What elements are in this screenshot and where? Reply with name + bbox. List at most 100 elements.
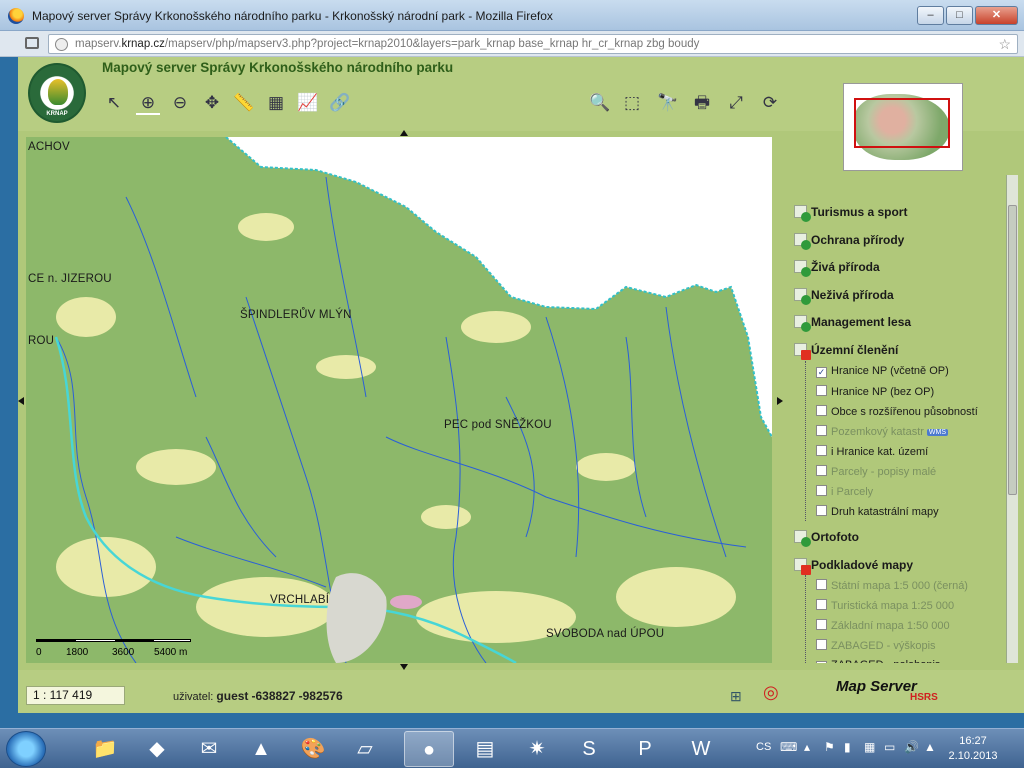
layer-item[interactable]: ✓ ZABAGED - polohopis (816, 659, 940, 663)
layer-item[interactable]: Turistická mapa 1:25 000 (816, 599, 954, 612)
layer-group[interactable]: Ochrana přírody (794, 233, 904, 250)
zoom-in-tool[interactable]: ⊕ (136, 91, 160, 115)
drive-icon[interactable]: ▲ (924, 740, 936, 754)
layer-item[interactable]: i Parcely (816, 485, 873, 498)
help-lifebuoy-icon[interactable]: ◎ (763, 682, 779, 703)
close-button[interactable]: ✕ (975, 6, 1018, 25)
layer-checkbox[interactable] (816, 385, 827, 396)
network-icon[interactable]: ▦ (864, 740, 875, 754)
layer-checkbox[interactable] (816, 425, 827, 436)
expand-icon[interactable] (794, 233, 811, 250)
layer-checkbox[interactable]: ✓ (816, 661, 827, 663)
layer-group[interactable]: Podkladové mapy (794, 558, 913, 575)
expand-icon[interactable] (794, 530, 811, 547)
layer-group[interactable]: Živá příroda (794, 260, 880, 277)
layer-item[interactable]: Pozemkový katastr WMS (816, 425, 949, 438)
layer-tree-scrollbar[interactable] (1006, 175, 1018, 663)
layer-checkbox[interactable] (816, 445, 827, 456)
explorer-taskbar-icon[interactable]: 📁 (80, 731, 130, 767)
url-bar[interactable]: mapserv.krnap.cz/mapserv/php/mapserv3.ph… (48, 34, 1018, 54)
powerpoint-taskbar-icon[interactable]: P (620, 731, 670, 767)
layer-checkbox[interactable] (816, 639, 827, 650)
layer-item[interactable]: ZABAGED - výškopis (816, 639, 936, 652)
profile-tool[interactable]: 📈 (296, 91, 320, 115)
layer-item[interactable]: Hranice NP (bez OP) (816, 385, 934, 398)
language-indicator[interactable]: CS (756, 741, 771, 753)
pan-tool[interactable]: ✥ (200, 91, 224, 115)
layer-item[interactable]: Státní mapa 1:5 000 (černá) (816, 579, 968, 592)
paint-taskbar-icon[interactable]: 🎨 (288, 731, 338, 767)
expand-icon[interactable] (794, 205, 811, 222)
pan-east-arrow[interactable] (777, 397, 783, 405)
layer-checkbox[interactable] (816, 619, 827, 630)
link-tool[interactable]: 🔗 (328, 91, 352, 115)
pan-west-arrow[interactable] (18, 397, 24, 405)
expand-icon[interactable] (794, 315, 811, 332)
reference-map-extent[interactable] (854, 98, 950, 148)
add-layer-icon[interactable]: ⊞ (730, 688, 742, 705)
layer-group[interactable]: Ortofoto (794, 530, 859, 547)
word-taskbar-icon[interactable]: W (676, 731, 726, 767)
app-taskbar-icon[interactable]: ◆ (132, 731, 182, 767)
reference-map[interactable] (843, 83, 963, 171)
layer-checkbox[interactable] (816, 405, 827, 416)
maximize-button[interactable]: □ (946, 6, 973, 25)
layer-group[interactable]: Územní členění (794, 343, 898, 360)
layer-checkbox[interactable] (816, 485, 827, 496)
layer-group[interactable]: Neživá příroda (794, 288, 894, 305)
layer-checkbox[interactable] (816, 579, 827, 590)
window-titlebar[interactable]: Mapový server Správy Krkonošského národn… (0, 0, 1024, 31)
layer-group[interactable]: Turismus a sport (794, 205, 907, 222)
device-icon[interactable]: ▮ (844, 740, 851, 754)
layer-item[interactable]: Základní mapa 1:50 000 (816, 619, 950, 632)
outlook-taskbar-icon[interactable]: ✉ (184, 731, 234, 767)
vlc-taskbar-icon[interactable]: ▲ (236, 731, 286, 767)
search-tool[interactable]: 🔍 (588, 91, 612, 115)
volume-icon[interactable]: 🔊 (904, 740, 919, 754)
monitor-icon[interactable]: ▭ (884, 740, 895, 754)
binoculars-tool[interactable]: 🔭 (656, 91, 680, 115)
layer-checkbox[interactable] (816, 599, 827, 610)
pan-north-arrow[interactable] (400, 130, 408, 136)
tray-arrow-icon[interactable]: ▴ (804, 740, 810, 754)
site-identity-icon[interactable] (55, 38, 68, 51)
compass-taskbar-icon[interactable]: ✷ (512, 731, 562, 767)
print-tool[interactable]: 🖶 (690, 91, 714, 115)
layer-group[interactable]: Management lesa (794, 315, 911, 332)
firefox-taskbar-icon[interactable]: ● (404, 731, 454, 767)
full-extent-tool[interactable]: ⤢ (724, 91, 748, 115)
table-tool[interactable]: ▦ (264, 91, 288, 115)
expand-icon[interactable] (794, 260, 811, 277)
layer-checkbox[interactable] (816, 465, 827, 476)
collapse-icon[interactable] (794, 558, 811, 575)
clear-selection-tool[interactable]: ⬚ (620, 91, 644, 115)
map-canvas[interactable]: ACHOV CE n. JIZEROU ROU ŠPINDLERŮV MLÝN … (26, 137, 772, 663)
refresh-tool[interactable]: ⟳ (758, 91, 782, 115)
keyboard-icon[interactable]: ⌨ (780, 740, 797, 754)
layer-item[interactable]: Druh katastrální mapy (816, 505, 939, 518)
window-title: Mapový server Správy Krkonošského národn… (32, 9, 553, 23)
layer-item[interactable]: ✓ Hranice NP (včetně OP) (816, 365, 949, 378)
url-text[interactable]: mapserv.krnap.cz/mapserv/php/mapserv3.ph… (75, 38, 699, 50)
notes-taskbar-icon[interactable]: ▱ (340, 731, 390, 767)
skype-taskbar-icon[interactable]: S (564, 731, 614, 767)
clock[interactable]: 16:27 2.10.2013 (948, 734, 998, 764)
measure-tool[interactable]: 📏 (232, 91, 256, 115)
start-button[interactable] (6, 731, 46, 767)
scale-input[interactable]: 1 : 117 419 (26, 686, 125, 705)
flag-icon[interactable]: ⚑ (824, 740, 835, 754)
bookmark-star-icon[interactable]: ☆ (998, 36, 1011, 53)
minimize-button[interactable]: – (917, 6, 944, 25)
layer-item[interactable]: Obce s rozšířenou působností (816, 405, 978, 418)
scrollbar-thumb[interactable] (1008, 205, 1017, 495)
expand-icon[interactable] (794, 288, 811, 305)
layer-checkbox[interactable]: ✓ (816, 367, 827, 378)
layer-item[interactable]: Parcely - popisy malé (816, 465, 936, 478)
tab-groups-icon[interactable] (25, 37, 39, 49)
layer-item[interactable]: i Hranice kat. území (816, 445, 928, 458)
layer-checkbox[interactable] (816, 505, 827, 516)
zoom-out-tool[interactable]: ⊖ (168, 91, 192, 115)
calculator-taskbar-icon[interactable]: ▤ (460, 731, 510, 767)
identify-tool[interactable]: ↖ (102, 91, 126, 115)
collapse-icon[interactable] (794, 343, 811, 360)
